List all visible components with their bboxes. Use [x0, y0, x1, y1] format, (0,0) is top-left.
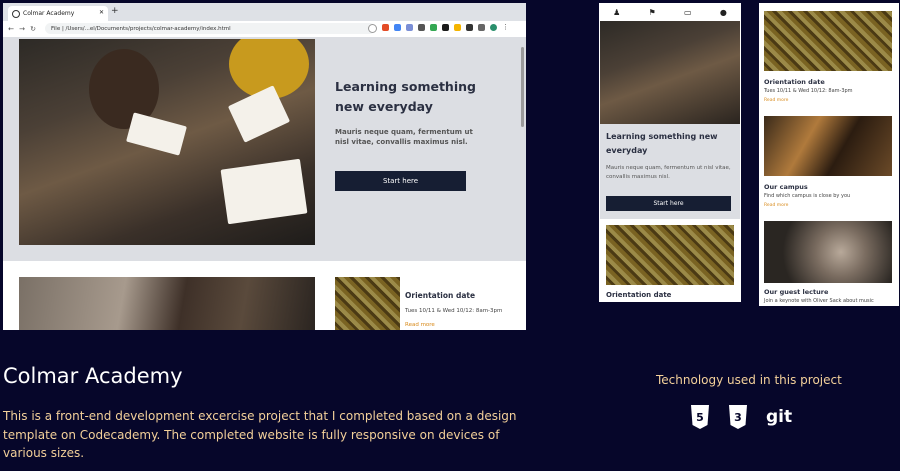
mobile-screenshot-2: Orientation date Tues 10/11 & Wed 10/12:… — [759, 3, 899, 306]
tab-bar: Colmar Academy ✕ + — [3, 3, 526, 21]
read-more-link[interactable]: Read more — [764, 203, 788, 208]
mobile-screenshot-1: ♟ ⚑ ▭ ● Learning something new everyday … — [599, 3, 741, 302]
extension-icon[interactable] — [418, 24, 425, 31]
git-icon: git — [766, 407, 793, 427]
campus-title: Our campus — [764, 183, 808, 191]
svg-text:5: 5 — [696, 411, 704, 424]
extension-icons: ⋮ — [368, 24, 509, 33]
hero-text: Mauris neque quam, fermentum ut nisl vit… — [335, 128, 473, 146]
event-title: Orientation date — [764, 78, 825, 86]
lecture-title: Our guest lecture — [764, 288, 829, 296]
avatar[interactable] — [490, 24, 497, 31]
tech-heading: Technology used in this project — [656, 373, 842, 387]
tab-title: Colmar Academy — [23, 10, 75, 17]
hero-section: Learning something new everyday Mauris n… — [3, 37, 526, 261]
globe-icon — [12, 9, 20, 18]
html5-icon: 5 — [691, 405, 709, 429]
mobile-nav: ♟ ⚑ ▭ ● — [599, 3, 741, 21]
reload-icon[interactable]: ↻ — [30, 25, 36, 33]
lecture-text: Join a keynote with Oliver Sack about mu… — [764, 298, 874, 304]
event-text: Tues 10/11 & Wed 10/12: 8am-3pm — [405, 308, 503, 314]
orientation-thumbnail — [606, 225, 734, 285]
orientation-thumbnail — [764, 11, 892, 71]
extension-icon[interactable] — [406, 24, 413, 31]
extension-icon[interactable] — [466, 24, 473, 31]
graduation-icon[interactable]: ⚑ — [649, 8, 656, 17]
desktop-page: Learning something new everyday Mauris n… — [3, 37, 526, 330]
extension-icon[interactable] — [382, 24, 389, 31]
student-image — [19, 277, 315, 330]
lecturer-image — [764, 221, 892, 283]
extension-icon[interactable] — [430, 24, 437, 31]
project-description: This is a front-end development excercis… — [3, 409, 517, 460]
hero-image — [19, 39, 315, 245]
address-bar: ← → ↻ File | /Users/...el/Documents/proj… — [3, 21, 526, 38]
extension-icon[interactable] — [394, 24, 401, 31]
read-more-link[interactable]: Read more — [764, 98, 788, 103]
hero-title: Learning something new everyday — [606, 132, 718, 155]
start-here-button[interactable]: Start here — [335, 171, 466, 191]
event-title: Orientation date — [606, 291, 672, 299]
orientation-thumbnail — [335, 277, 400, 330]
hero-image — [600, 21, 740, 124]
event-title: Orientation date — [405, 291, 476, 300]
puzzle-icon[interactable] — [478, 24, 485, 31]
close-tab-icon[interactable]: ✕ — [99, 9, 104, 16]
campus-image — [764, 116, 892, 176]
tech-icons: 5 3 git — [690, 405, 792, 429]
start-here-button[interactable]: Start here — [606, 196, 731, 211]
book-shape — [220, 158, 308, 225]
url-field[interactable]: File | /Users/...el/Documents/projects/c… — [45, 23, 375, 34]
read-more-link[interactable]: Read more — [405, 322, 435, 328]
student-icon[interactable]: ♟ — [613, 8, 620, 17]
desktop-browser-screenshot: Colmar Academy ✕ + ← → ↻ File | /Users/.… — [3, 3, 526, 330]
svg-text:3: 3 — [734, 411, 742, 424]
star-icon[interactable] — [368, 24, 377, 33]
campus-text: Find which campus is close by you — [764, 193, 851, 199]
back-icon[interactable]: ← — [8, 25, 14, 33]
hero-text: Mauris neque quam, fermentum ut nisl vit… — [606, 165, 731, 180]
new-tab-button[interactable]: + — [111, 6, 119, 16]
event-text: Tues 10/11 & Wed 10/12: 8am-3pm — [764, 88, 853, 94]
extension-icon[interactable] — [442, 24, 449, 31]
monitor-icon[interactable]: ▭ — [684, 8, 692, 17]
scrollbar[interactable] — [521, 47, 524, 127]
browser-tab[interactable]: Colmar Academy ✕ — [8, 6, 108, 21]
extension-icon[interactable] — [454, 24, 461, 31]
project-title: Colmar Academy — [3, 364, 183, 388]
more-icon[interactable]: ⋮ — [502, 24, 509, 31]
css3-icon: 3 — [729, 405, 747, 429]
hero-title: Learning something new everyday — [335, 79, 476, 114]
user-icon[interactable]: ● — [720, 8, 727, 17]
book-shape — [126, 112, 187, 156]
forward-icon[interactable]: → — [19, 25, 25, 33]
